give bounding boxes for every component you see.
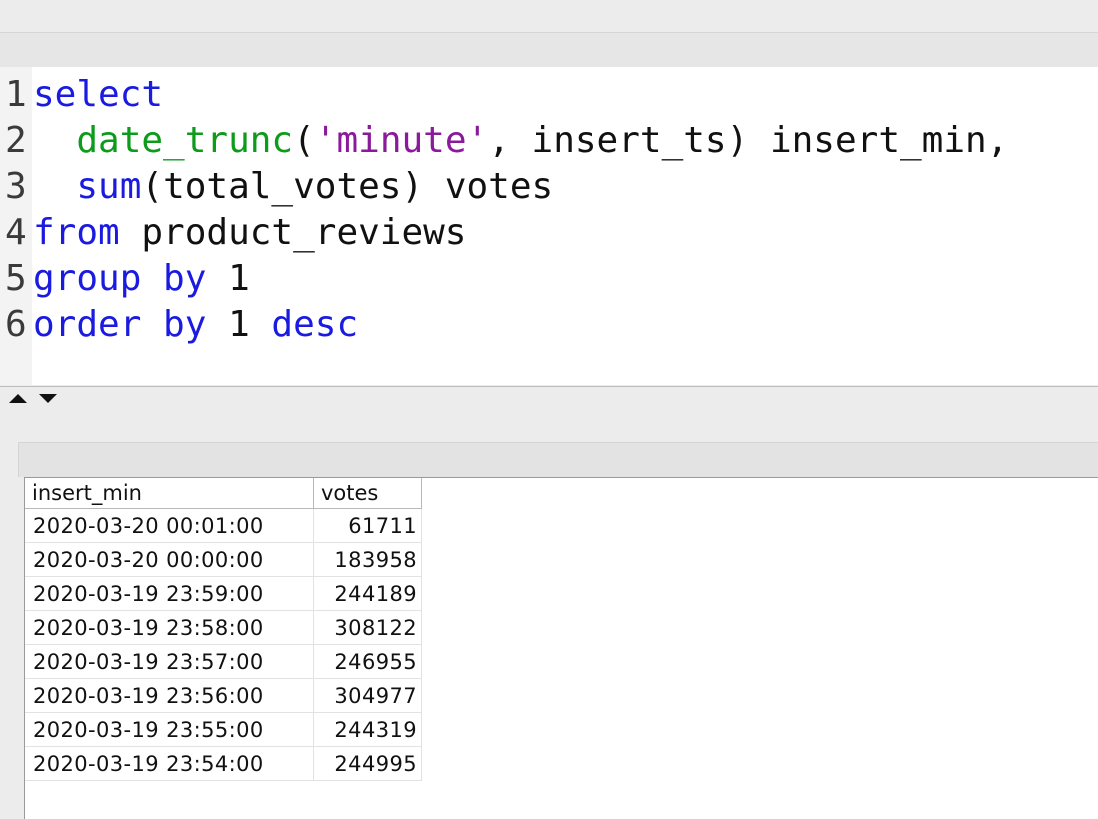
line-number: 2 xyxy=(5,120,27,161)
cell-insert-min[interactable]: 2020-03-19 23:57:00 xyxy=(25,644,314,679)
cell-votes[interactable]: 246955 xyxy=(313,644,422,679)
cell-insert-min[interactable]: 2020-03-19 23:54:00 xyxy=(25,746,314,781)
code-token: select xyxy=(33,74,164,115)
results-panel: insert_min votes 2020-03-20 00:01:00 6171… xyxy=(24,477,1098,819)
code-token: date_trunc xyxy=(76,120,294,161)
cell-insert-min[interactable]: 2020-03-20 00:00:00 xyxy=(25,542,314,577)
code-token: group by xyxy=(33,258,207,299)
column-header-votes[interactable]: votes xyxy=(313,478,422,509)
cell-votes[interactable]: 244995 xyxy=(313,746,422,781)
table-row[interactable]: 2020-03-19 23:59:00 244189 xyxy=(25,576,422,611)
line-number: 3 xyxy=(5,166,27,207)
editor-toolbar xyxy=(0,32,1098,68)
pane-splitter[interactable] xyxy=(0,386,1098,408)
code-token: order by xyxy=(33,304,207,345)
code-line[interactable]: 6 order by 1 desc xyxy=(0,302,1098,348)
code-token: 1 xyxy=(206,258,250,299)
code-token: , insert_ts) insert_min, xyxy=(488,120,1009,161)
results-tab-strip xyxy=(18,442,1098,477)
window-top-bar xyxy=(0,0,1098,32)
line-number: 1 xyxy=(5,74,27,115)
code-text[interactable]: select xyxy=(33,72,163,118)
code-token: ( xyxy=(293,120,315,161)
sql-editor[interactable]: 1 select 2 date_trunc('minute', insert_ts)… xyxy=(0,67,1098,385)
table-row[interactable]: 2020-03-19 23:58:00 308122 xyxy=(25,610,422,645)
table-row[interactable]: 2020-03-20 00:01:00 61711 xyxy=(25,508,422,543)
table-row[interactable]: 2020-03-19 23:57:00 246955 xyxy=(25,644,422,679)
cell-insert-min[interactable]: 2020-03-19 23:56:00 xyxy=(25,678,314,713)
cell-votes[interactable]: 244189 xyxy=(313,576,422,611)
code-token: from xyxy=(33,212,120,253)
code-token: 'minute' xyxy=(314,120,489,161)
code-line[interactable]: 4 from product_reviews xyxy=(0,210,1098,256)
cell-insert-min[interactable]: 2020-03-19 23:58:00 xyxy=(25,610,314,645)
code-text[interactable]: date_trunc('minute', insert_ts) insert_m… xyxy=(33,118,1008,164)
table-row[interactable]: 2020-03-19 23:55:00 244319 xyxy=(25,712,422,747)
code-token: product_reviews xyxy=(119,212,467,253)
code-text[interactable]: sum(total_votes) votes xyxy=(33,164,553,210)
cell-votes[interactable]: 308122 xyxy=(313,610,422,645)
cell-votes[interactable]: 183958 xyxy=(313,542,422,577)
table-header-row: insert_min votes xyxy=(25,478,422,509)
line-number: 4 xyxy=(5,212,27,253)
cell-votes[interactable]: 304977 xyxy=(313,678,422,713)
column-header-insert-min[interactable]: insert_min xyxy=(25,478,314,509)
code-line[interactable]: 2 date_trunc('minute', insert_ts) insert… xyxy=(0,118,1098,164)
code-text[interactable]: order by 1 desc xyxy=(33,302,358,348)
code-token: desc xyxy=(271,304,359,345)
line-number: 6 xyxy=(5,304,27,345)
expand-down-icon[interactable] xyxy=(39,394,57,403)
table-row[interactable]: 2020-03-19 23:54:00 244995 xyxy=(25,746,422,781)
code-text[interactable]: from product_reviews xyxy=(33,210,466,256)
cell-votes[interactable]: 61711 xyxy=(313,508,422,543)
results-table: insert_min votes 2020-03-20 00:01:00 6171… xyxy=(25,478,422,781)
table-row[interactable]: 2020-03-20 00:00:00 183958 xyxy=(25,542,422,577)
cell-insert-min[interactable]: 2020-03-19 23:59:00 xyxy=(25,576,314,611)
code-token: (total_votes) votes xyxy=(141,166,554,207)
results-area: insert_min votes 2020-03-20 00:01:00 6171… xyxy=(0,407,1098,819)
code-text[interactable]: group by 1 xyxy=(33,256,250,302)
collapse-up-icon[interactable] xyxy=(9,394,27,403)
line-number: 5 xyxy=(5,258,27,299)
code-line[interactable]: 5 group by 1 xyxy=(0,256,1098,302)
code-line[interactable]: 1 select xyxy=(0,72,1098,118)
cell-insert-min[interactable]: 2020-03-19 23:55:00 xyxy=(25,712,314,747)
code-token: sum xyxy=(76,166,142,207)
cell-insert-min[interactable]: 2020-03-20 00:01:00 xyxy=(25,508,314,543)
code-token: 1 xyxy=(206,304,272,345)
code-line[interactable]: 3 sum(total_votes) votes xyxy=(0,164,1098,210)
cell-votes[interactable]: 244319 xyxy=(313,712,422,747)
table-row[interactable]: 2020-03-19 23:56:00 304977 xyxy=(25,678,422,713)
